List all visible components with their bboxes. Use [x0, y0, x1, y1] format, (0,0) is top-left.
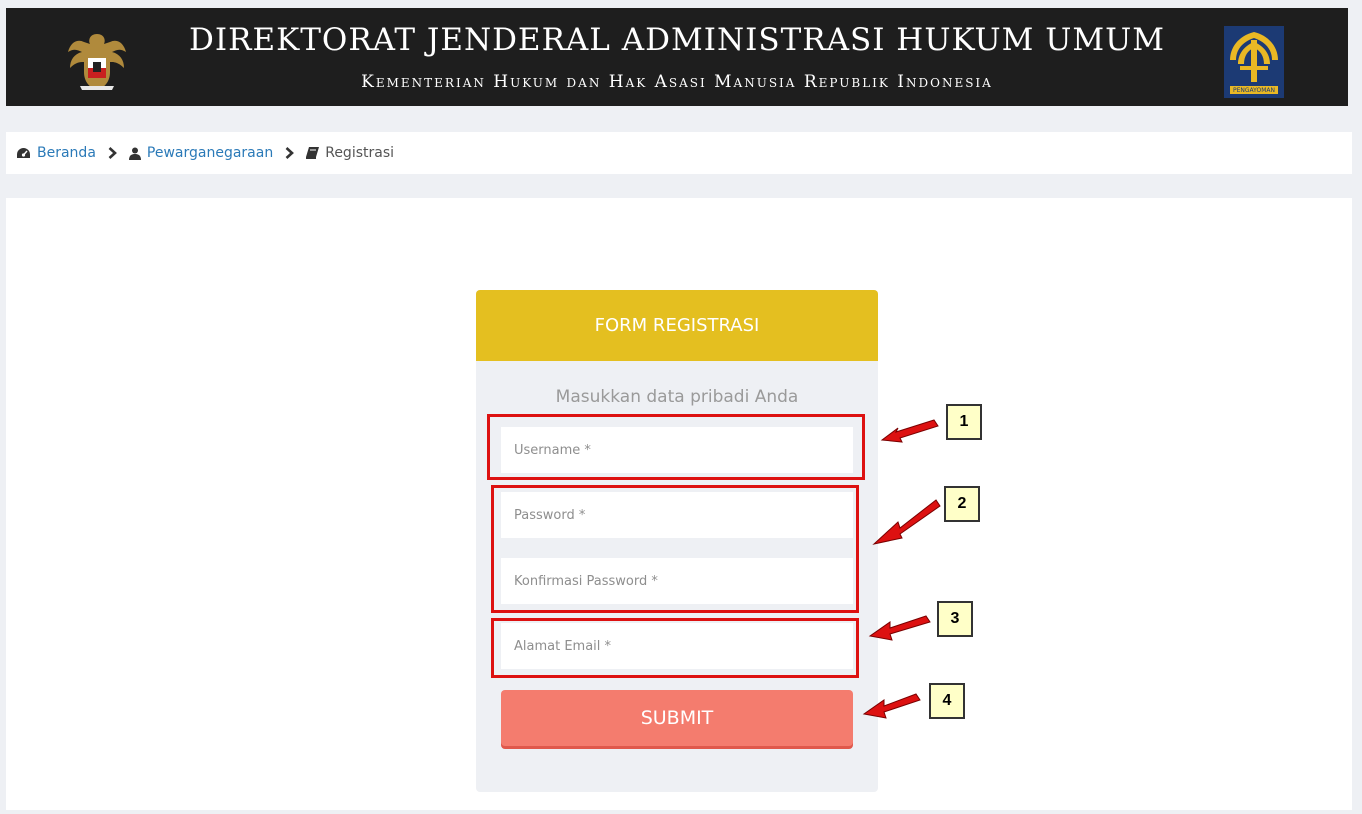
- user-icon: [128, 147, 141, 160]
- annotation-arrows-top: [872, 419, 941, 545]
- form-title: FORM REGISTRASI: [476, 290, 878, 361]
- header-subtitle: Kementerian Hukum dan Hak Asasi Manusia …: [361, 72, 993, 92]
- highlight-username: [487, 414, 865, 480]
- breadcrumb-item-beranda[interactable]: Beranda: [16, 145, 96, 161]
- form-subtitle: Masukkan data pribadi Anda: [555, 387, 799, 407]
- breadcrumb-label: Pewarganegaraan: [146, 145, 274, 161]
- breadcrumb-label: Beranda: [37, 145, 96, 161]
- callout-1: 1: [946, 404, 982, 440]
- header-title: DIREKTORAT JENDERAL ADMINISTRASI HUKUM U…: [189, 22, 1165, 58]
- callout-2: 2: [944, 486, 980, 522]
- breadcrumb-item-registrasi: Registrasi: [306, 145, 394, 161]
- book-icon: [306, 147, 320, 159]
- highlight-email: [491, 618, 859, 678]
- breadcrumb-item-pewarganegaraan[interactable]: Pewarganegaraan: [128, 145, 274, 161]
- header-banner: DIREKTORAT JENDERAL ADMINISTRASI HUKUM U…: [6, 8, 1348, 106]
- pengayoman-logo: PENGAYOMAN: [1224, 26, 1284, 98]
- breadcrumb-label: Registrasi: [325, 145, 395, 161]
- pengayoman-logo-text: PENGAYOMAN: [1233, 87, 1275, 94]
- chevron-right-icon: [285, 147, 295, 159]
- submit-button[interactable]: SUBMIT: [501, 690, 853, 746]
- callout-4: 4: [929, 683, 965, 719]
- callout-3: 3: [937, 601, 973, 637]
- dashboard-icon: [16, 147, 31, 159]
- breadcrumb: Beranda Pewarganegaraan Registrasi: [6, 132, 1352, 174]
- highlight-password: [491, 485, 859, 613]
- chevron-right-icon: [108, 147, 117, 159]
